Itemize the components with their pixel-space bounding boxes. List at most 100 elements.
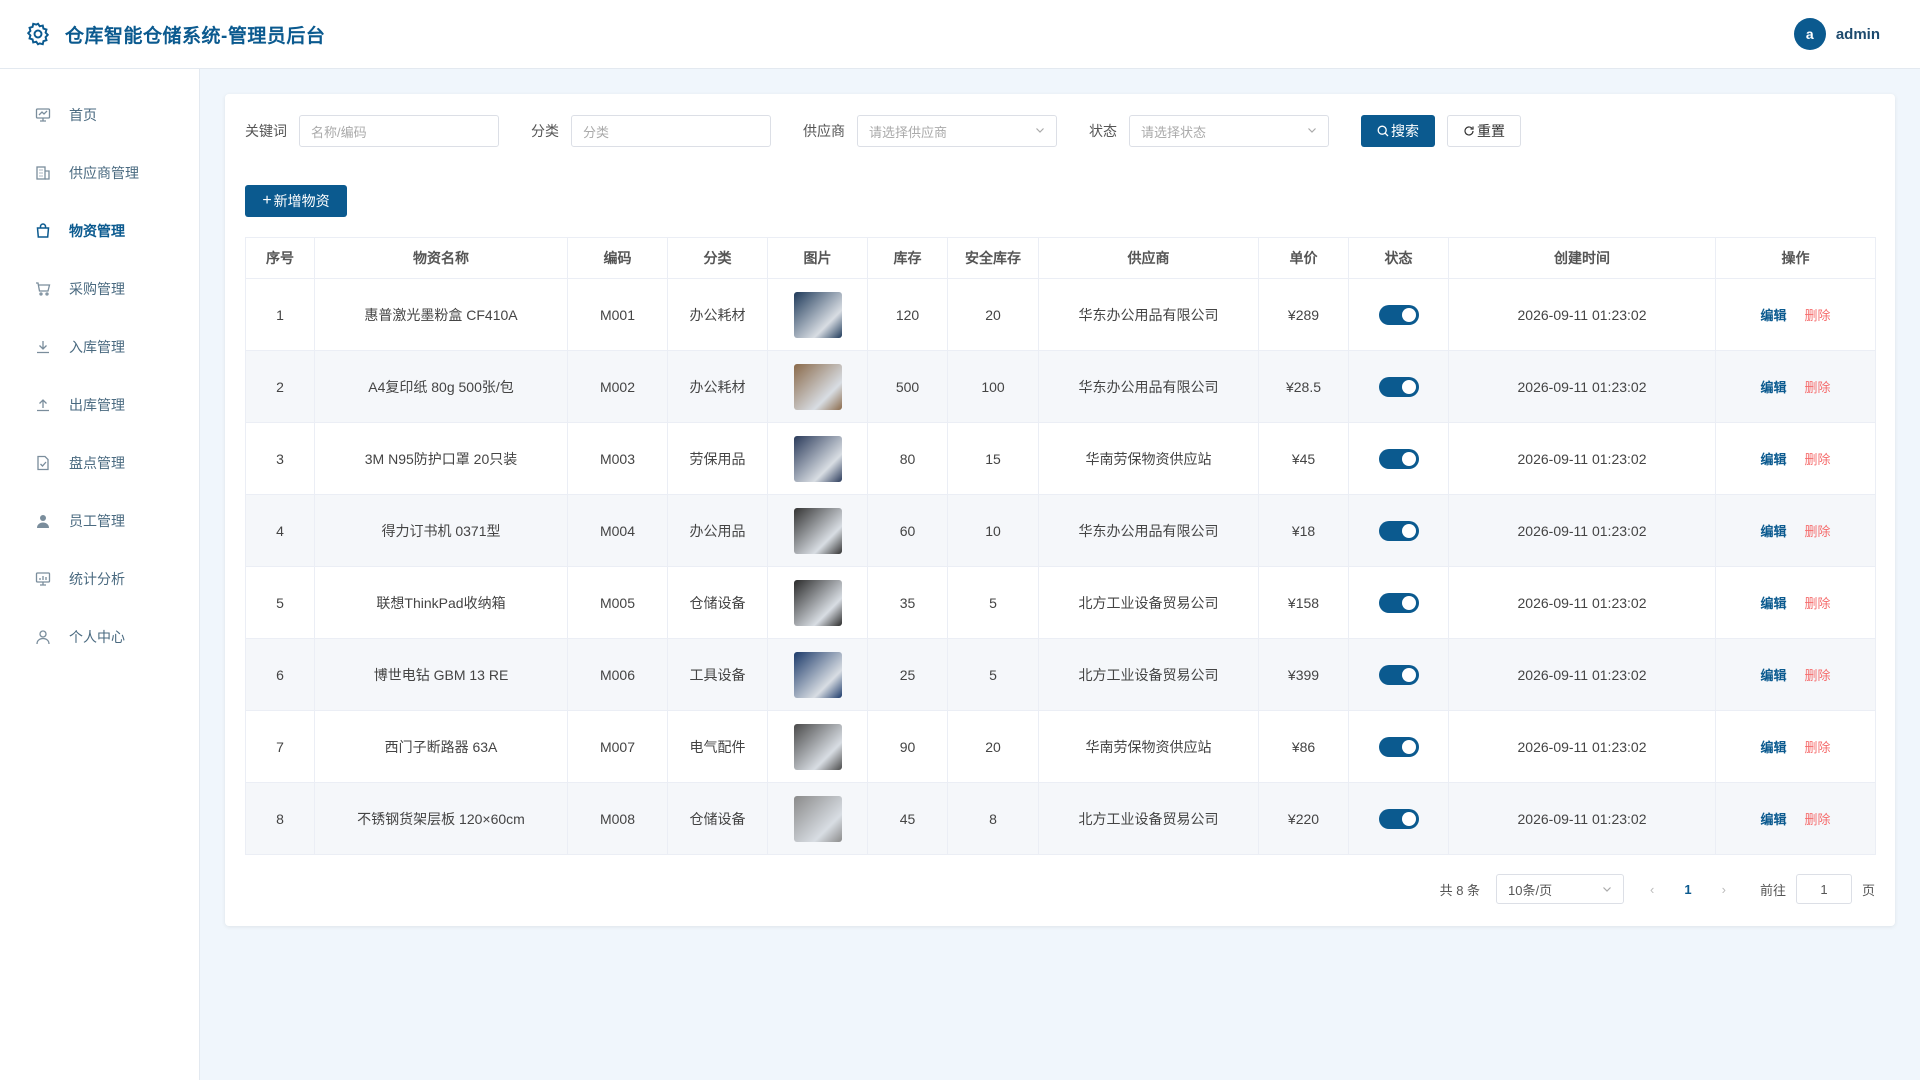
sidebar-item-statistics[interactable]: 统计分析 — [0, 550, 199, 608]
product-thumbnail[interactable] — [793, 651, 842, 698]
cell-code: M008 — [567, 782, 668, 855]
delete-button[interactable]: 删除 — [1805, 308, 1831, 323]
supplier-select[interactable]: 请选择供应商 — [857, 115, 1057, 147]
top-header: 仓库智能仓储系统-管理员后台 a admin — [0, 0, 1920, 69]
sidebar-item-purchase[interactable]: 采购管理 — [0, 260, 199, 318]
cell-safety-stock: 100 — [947, 350, 1039, 423]
cell-category: 仓储设备 — [667, 566, 768, 639]
user-filled-icon — [34, 512, 52, 530]
category-input[interactable]: 分类 — [571, 115, 771, 147]
delete-button[interactable]: 删除 — [1805, 380, 1831, 395]
product-thumbnail[interactable] — [793, 363, 842, 410]
status-toggle[interactable] — [1378, 592, 1419, 613]
cell-actions: 编辑 删除 — [1715, 782, 1876, 855]
sidebar-item-materials[interactable]: 物资管理 — [0, 202, 199, 260]
table-row: 4 得力订书机 0371型 M004 办公用品 60 10 华东办公用品有限公司 ¥18 202… — [245, 494, 1876, 567]
upload-icon — [34, 396, 52, 414]
sidebar-item-inventory[interactable]: 盘点管理 — [0, 434, 199, 492]
status-toggle[interactable] — [1378, 304, 1419, 325]
status-select[interactable]: 请选择状态 — [1129, 115, 1329, 147]
cell-supplier: 华东办公用品有限公司 — [1038, 494, 1259, 567]
cell-index: 5 — [245, 566, 315, 639]
cell-code: M007 — [567, 710, 668, 783]
page-size-select[interactable]: 10条/页 — [1496, 874, 1625, 904]
cell-category: 办公耗材 — [667, 278, 768, 351]
product-thumbnail[interactable] — [793, 579, 842, 626]
column-header: 状态 — [1348, 237, 1449, 279]
cell-price: ¥86 — [1258, 710, 1349, 783]
cell-actions: 编辑 删除 — [1715, 494, 1876, 567]
sidebar-item-home[interactable]: 首页 — [0, 86, 199, 144]
edit-button[interactable]: 编辑 — [1760, 308, 1786, 323]
product-thumbnail[interactable] — [793, 795, 842, 842]
avatar[interactable]: a — [1793, 18, 1826, 50]
sidebar-item-employees[interactable]: 员工管理 — [0, 492, 199, 550]
cell-image — [767, 782, 868, 855]
reset-button[interactable]: 重置 — [1447, 115, 1521, 147]
cell-created-time: 2026-09-11 01:23:02 — [1448, 494, 1716, 567]
status-toggle[interactable] — [1378, 448, 1419, 469]
product-thumbnail[interactable] — [793, 435, 842, 482]
product-thumbnail[interactable] — [793, 723, 842, 770]
next-page-icon[interactable]: › — [1722, 882, 1726, 897]
edit-button[interactable]: 编辑 — [1760, 740, 1786, 755]
cell-status — [1348, 422, 1449, 495]
user-menu[interactable]: a admin — [1793, 18, 1880, 50]
prev-page-icon[interactable]: ‹ — [1650, 882, 1654, 897]
cell-category: 工具设备 — [667, 638, 768, 711]
table-header-row: 序号 物资名称 编码 分类 图片 库存 安全库存 供应商 单价 状态 创建时间 … — [245, 237, 1876, 279]
cell-created-time: 2026-09-11 01:23:02 — [1448, 422, 1716, 495]
delete-button[interactable]: 删除 — [1805, 596, 1831, 611]
plus-icon: + — [262, 192, 272, 209]
keyword-input[interactable]: 名称/编码 — [299, 115, 499, 147]
delete-button[interactable]: 删除 — [1805, 668, 1831, 683]
cell-image — [767, 710, 868, 783]
product-thumbnail[interactable] — [793, 507, 842, 554]
column-header: 安全库存 — [947, 237, 1039, 279]
sidebar-item-label: 首页 — [69, 107, 97, 123]
cell-image — [767, 566, 868, 639]
cell-image — [767, 494, 868, 567]
status-toggle[interactable] — [1378, 808, 1419, 829]
page-number-current[interactable]: 1 — [1684, 882, 1691, 897]
cell-supplier: 北方工业设备贸易公司 — [1038, 782, 1259, 855]
cell-supplier: 华南劳保物资供应站 — [1038, 710, 1259, 783]
edit-button[interactable]: 编辑 — [1760, 452, 1786, 467]
delete-button[interactable]: 删除 — [1805, 812, 1831, 827]
cell-created-time: 2026-09-11 01:23:02 — [1448, 638, 1716, 711]
sidebar-item-profile[interactable]: 个人中心 — [0, 608, 199, 666]
sidebar-item-inbound[interactable]: 入库管理 — [0, 318, 199, 376]
cell-price: ¥45 — [1258, 422, 1349, 495]
cell-actions: 编辑 删除 — [1715, 710, 1876, 783]
status-toggle[interactable] — [1378, 664, 1419, 685]
cell-material-name: 博世电钻 GBM 13 RE — [314, 638, 568, 711]
edit-button[interactable]: 编辑 — [1760, 524, 1786, 539]
pagination: 共 8 条 10条/页 ‹ 1 › 前往 1 页 — [1440, 873, 1875, 905]
delete-button[interactable]: 删除 — [1805, 740, 1831, 755]
column-header: 物资名称 — [314, 237, 568, 279]
delete-button[interactable]: 删除 — [1805, 452, 1831, 467]
cell-actions: 编辑 删除 — [1715, 566, 1876, 639]
supplier-placeholder: 请选择供应商 — [869, 124, 948, 140]
status-toggle[interactable] — [1378, 520, 1419, 541]
delete-button[interactable]: 删除 — [1805, 524, 1831, 539]
product-thumbnail[interactable] — [793, 291, 842, 338]
cell-supplier: 华东办公用品有限公司 — [1038, 278, 1259, 351]
goto-page-input[interactable]: 1 — [1795, 874, 1852, 904]
status-toggle[interactable] — [1378, 736, 1419, 757]
add-material-button[interactable]: + 新增物资 — [245, 185, 347, 217]
status-toggle[interactable] — [1378, 376, 1419, 397]
search-button[interactable]: 搜索 — [1361, 115, 1435, 147]
edit-button[interactable]: 编辑 — [1760, 668, 1786, 683]
sidebar-item-outbound[interactable]: 出库管理 — [0, 376, 199, 434]
cell-stock: 90 — [867, 710, 948, 783]
edit-button[interactable]: 编辑 — [1760, 380, 1786, 395]
user-name[interactable]: admin — [1836, 26, 1880, 43]
edit-button[interactable]: 编辑 — [1760, 596, 1786, 611]
cell-image — [767, 350, 868, 423]
download-icon — [34, 338, 52, 356]
cell-actions: 编辑 删除 — [1715, 278, 1876, 351]
edit-button[interactable]: 编辑 — [1760, 812, 1786, 827]
sidebar-item-suppliers[interactable]: 供应商管理 — [0, 144, 199, 202]
cell-material-name: 不锈钢货架层板 120×60cm — [314, 782, 568, 855]
